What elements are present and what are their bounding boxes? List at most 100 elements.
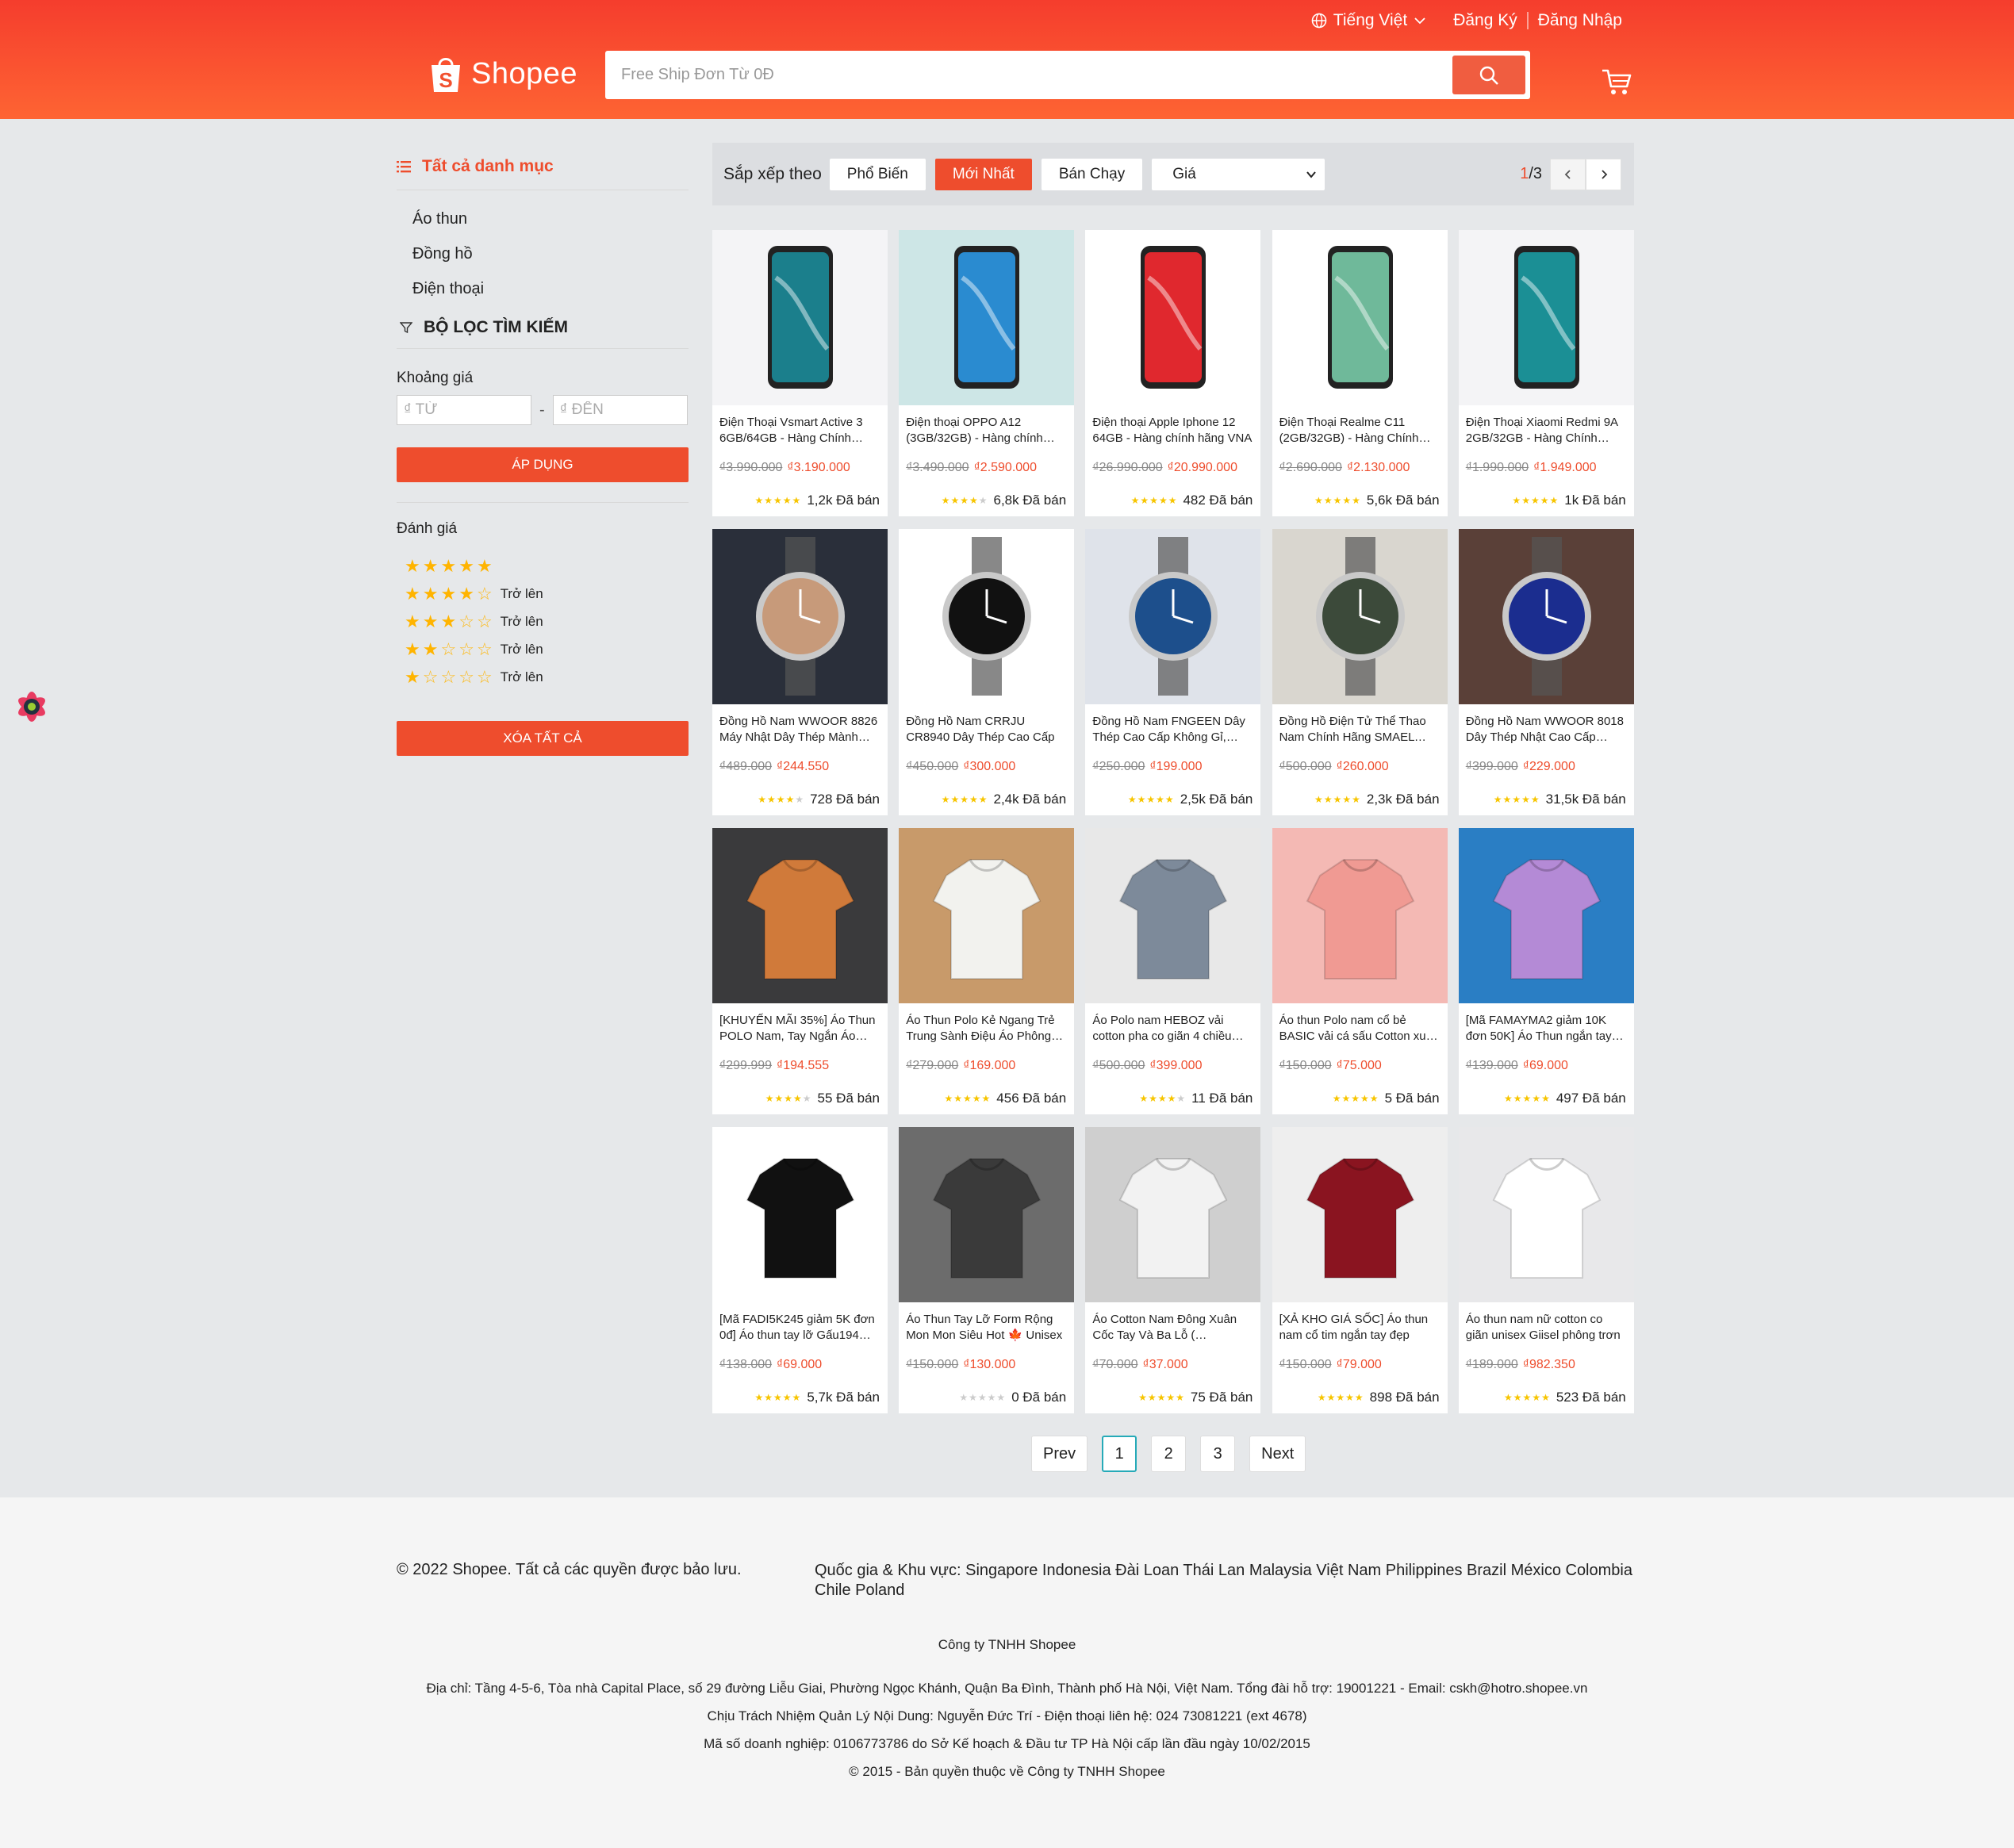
original-price: ₫138.000 [719, 1358, 773, 1371]
price-from-input[interactable] [397, 395, 531, 425]
clear-all-button[interactable]: XÓA TẤT CẢ [397, 721, 689, 756]
rating-filter-row[interactable]: ★ ★ ☆ ☆ ☆ Trở lên [405, 635, 689, 663]
product-thumbnail[interactable] [1272, 230, 1448, 405]
product-card[interactable]: Điện thoại OPPO A12 (3GB/32GB) - Hàng ch… [899, 230, 1075, 516]
product-thumbnail[interactable] [712, 529, 888, 704]
product-image [1085, 1127, 1261, 1302]
star-icon: ★ [784, 1093, 793, 1104]
sort-newest-button[interactable]: Mới Nhất [934, 158, 1032, 190]
product-card[interactable]: Áo thun Polo nam cổ bẻ BASIC vải cá sấu … [1272, 828, 1448, 1114]
price-to-input[interactable] [552, 395, 688, 425]
search-input[interactable] [605, 51, 1452, 99]
product-name-text: Điện Thoại Vsmart Active 3 6GB/64GB - Hà… [719, 416, 863, 445]
product-thumbnail[interactable] [712, 828, 888, 1003]
prev-page-button[interactable]: Prev [1031, 1436, 1088, 1472]
next-page-arrow[interactable] [1586, 158, 1621, 190]
sale-price: ₫244.550 [777, 760, 830, 773]
product-card[interactable]: Áo Polo nam HEBOZ vải cotton pha co giãn… [1085, 828, 1261, 1114]
star-icon: ★ [458, 583, 474, 604]
react-devtools-bubble[interactable] [11, 686, 52, 731]
product-thumbnail[interactable] [1272, 529, 1448, 704]
product-thumbnail[interactable] [899, 1127, 1075, 1302]
category-list: Áo thun Đồng hồ Điện thoại [397, 190, 689, 306]
product-card[interactable]: [Mã FADI5K245 giảm 5K đơn 0đ] Áo thun ta… [712, 1127, 888, 1413]
page-button-3[interactable]: 3 [1200, 1436, 1236, 1472]
product-card[interactable]: Đồng Hồ Nam WWOOR 8826 Máy Nhật Dây Thép… [712, 529, 888, 815]
product-thumbnail[interactable] [1458, 828, 1634, 1003]
product-card[interactable]: Điện Thoại Xiaomi Redmi 9A 2GB/32GB - Hà… [1458, 230, 1634, 516]
product-thumbnail[interactable] [899, 828, 1075, 1003]
product-card[interactable]: Áo Thun Tay Lỡ Form Rộng Mon Mon Siêu Ho… [899, 1127, 1075, 1413]
product-card[interactable]: Đồng Hồ Nam FNGEEN Dây Thép Cao Cấp Khôn… [1085, 529, 1261, 815]
next-page-button[interactable]: Next [1249, 1436, 1306, 1472]
product-thumbnail[interactable] [1085, 1127, 1261, 1302]
product-thumbnail[interactable] [899, 529, 1075, 704]
product-card[interactable]: Đồng Hồ Nam CRRJU CR8940 Dây Thép Cao Cấ… [899, 529, 1075, 815]
product-name: Áo Thun Tay Lỡ Form Rộng Mon Mon Siêu Ho… [899, 1312, 1074, 1344]
all-categories-header[interactable]: Tất cả danh mục [397, 143, 689, 190]
product-thumbnail[interactable] [1458, 230, 1634, 405]
star-icon: ★ [422, 611, 439, 631]
product-name: Điện Thoại Realme C11 (2GB/32GB) - Hàng … [1272, 415, 1448, 447]
star-icon: ★ [1168, 495, 1177, 506]
product-name: Điện Thoại Vsmart Active 3 6GB/64GB - Hà… [712, 415, 888, 447]
sale-price: ₫1.949.000 [1533, 461, 1597, 474]
product-card[interactable]: [KHUYẾN MÃI 35%] Áo Thun POLO Nam, Tay N… [712, 828, 888, 1114]
product-card[interactable]: Áo Cotton Nam Đông Xuân Cốc Tay Và Ba Lỗ… [1085, 1127, 1261, 1413]
language-selector[interactable]: Tiếng Việt [1311, 11, 1426, 30]
product-card[interactable]: [XẢ KHO GIÁ SỐC] Áo thun nam cổ tim ngắn… [1272, 1127, 1448, 1413]
login-link[interactable]: Đăng Nhập [1538, 11, 1622, 30]
apply-button[interactable]: ÁP DỤNG [397, 447, 689, 482]
star-icon: ★ [782, 495, 792, 506]
product-image [1085, 828, 1261, 1003]
prev-page-arrow[interactable] [1550, 158, 1586, 190]
sort-bestselling-button[interactable]: Bán Chạy [1041, 158, 1143, 190]
product-thumbnail[interactable] [1085, 230, 1261, 405]
star-icon: ★ [941, 495, 950, 506]
sort-popular-button[interactable]: Phổ Biến [829, 158, 926, 190]
cart-button[interactable] [1601, 66, 1632, 102]
product-card[interactable]: Áo Thun Polo Kẻ Ngang Trẻ Trung Sành Điệ… [899, 828, 1075, 1114]
product-thumbnail[interactable] [712, 230, 888, 405]
category-item-ao-thun[interactable]: Áo thun [412, 201, 689, 236]
star-icon: ★ [758, 794, 767, 805]
product-thumbnail[interactable] [1458, 529, 1634, 704]
rating-filter-row[interactable]: ★ ★ ★ ★ ☆ Trở lên [405, 580, 689, 608]
price-sort-select[interactable]: Giá [1152, 158, 1325, 190]
product-thumbnail[interactable] [712, 1127, 888, 1302]
rating-filter-row[interactable]: ★ ☆ ☆ ☆ ☆ Trở lên [405, 663, 689, 691]
product-card[interactable]: Đồng Hồ Điện Tử Thể Thao Nam Chính Hãng … [1272, 529, 1448, 815]
star-icon: ★ [987, 1392, 996, 1403]
product-meta: ★ ★ ★ ★ ★ 1k Đã bán [1512, 493, 1625, 508]
product-card[interactable]: Điện thoại Apple Iphone 12 64GB - Hàng c… [1085, 230, 1261, 516]
page-button-2[interactable]: 2 [1151, 1436, 1187, 1472]
product-card[interactable]: Đồng Hồ Nam WWOOR 8018 Dây Thép Nhật Cao… [1458, 529, 1634, 815]
register-link[interactable]: Đăng Ký [1453, 11, 1517, 30]
rating-filter-list: ★ ★ ★ ★ ★ ★ ★ ★ ★ ☆ Trở lên ★ ★ ★ ☆ ☆ Trở lên ★ ★ ☆ ☆ ☆ Trở lê… [397, 552, 689, 691]
page-button-1[interactable]: 1 [1102, 1436, 1137, 1472]
product-card[interactable]: Điện Thoại Vsmart Active 3 6GB/64GB - Hà… [712, 230, 888, 516]
star-icon: ★ [944, 1093, 953, 1104]
language-label: Tiếng Việt [1333, 11, 1408, 29]
search-button[interactable] [1452, 56, 1525, 94]
product-card[interactable]: [Mã FAMAYMA2 giảm 10K đơn 50K] Áo Thun n… [1458, 828, 1634, 1114]
star-icon: ★ [405, 555, 420, 576]
product-thumbnail[interactable] [899, 230, 1075, 405]
rating-filter-row[interactable]: ★ ★ ★ ★ ★ [405, 552, 689, 580]
category-item-dien-thoai[interactable]: Điện thoại [412, 271, 689, 306]
product-thumbnail[interactable] [1085, 828, 1261, 1003]
product-card[interactable]: Điện Thoại Realme C11 (2GB/32GB) - Hàng … [1272, 230, 1448, 516]
star-icon: ★ [978, 495, 988, 506]
product-card[interactable]: Áo thun nam nữ cotton co giãn unisex Gii… [1458, 1127, 1634, 1413]
category-item-dong-ho[interactable]: Đồng hồ [412, 236, 689, 271]
rating-filter-row[interactable]: ★ ★ ★ ☆ ☆ Trở lên [405, 608, 689, 635]
chevron-left-icon [1564, 169, 1571, 179]
product-thumbnail[interactable] [1085, 529, 1261, 704]
product-thumbnail[interactable] [1272, 1127, 1448, 1302]
shopee-logo[interactable]: S Shopee [428, 54, 577, 94]
star-icon: ★ [972, 1093, 981, 1104]
product-thumbnail[interactable] [1458, 1127, 1634, 1302]
star-icon: ★ [792, 495, 801, 506]
star-icon: ★ [1342, 794, 1352, 805]
product-thumbnail[interactable] [1272, 828, 1448, 1003]
